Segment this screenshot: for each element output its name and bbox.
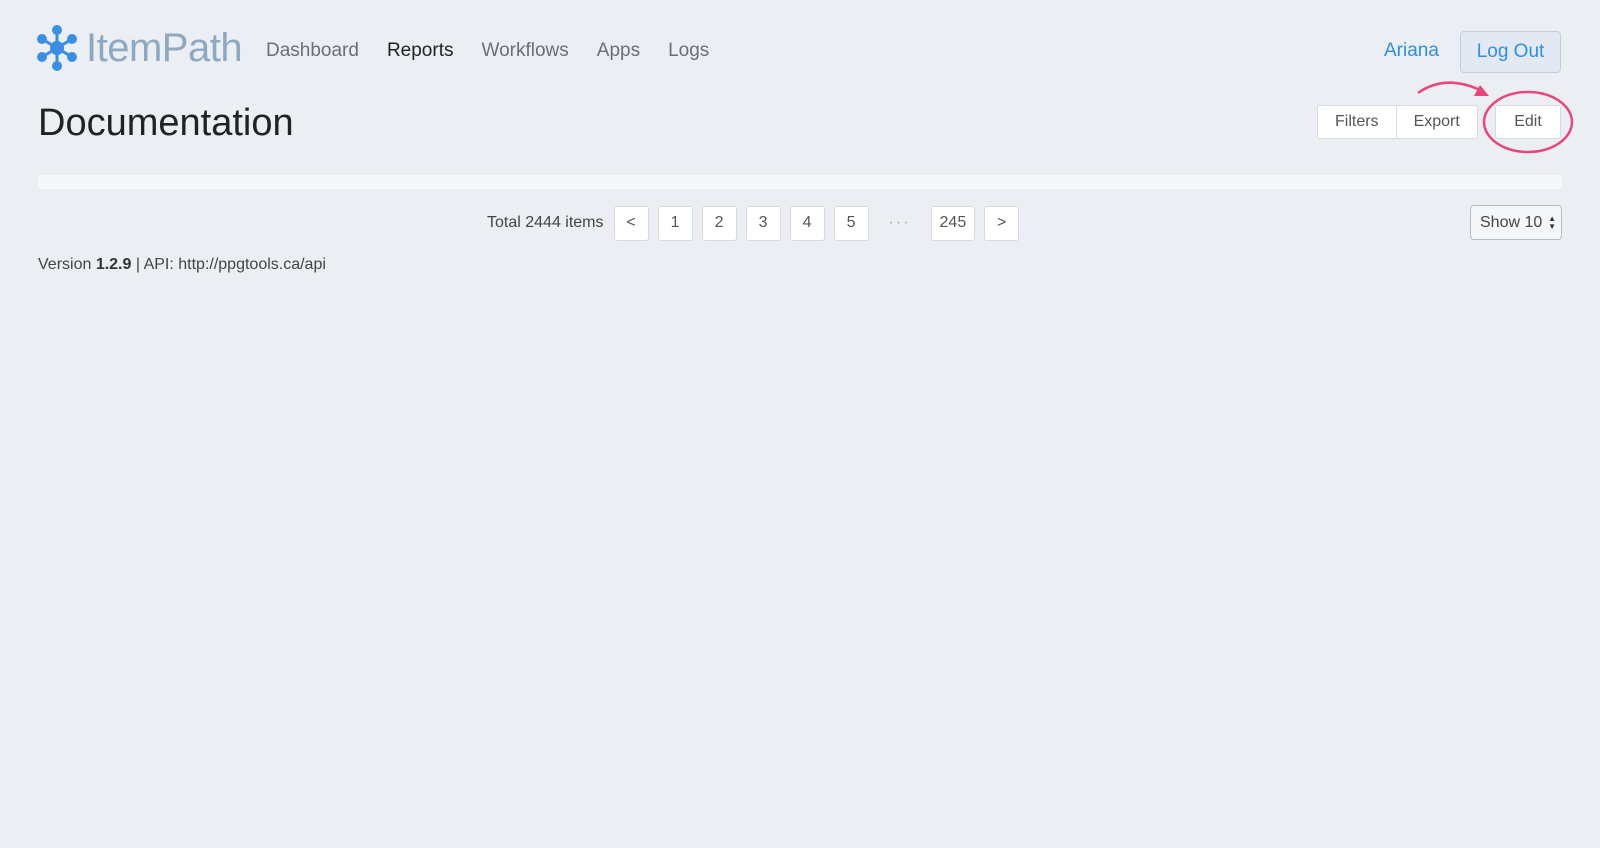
header: ItemPath Dashboard Reports Workflows App…: [0, 0, 1600, 100]
toolbar-button-group: Filters Export: [1317, 105, 1478, 139]
logo-text: ItemPath: [86, 25, 243, 70]
nav-item-dashboard[interactable]: Dashboard: [266, 40, 359, 62]
page-button-2[interactable]: 2: [701, 205, 737, 241]
page-button-1[interactable]: 1: [657, 205, 693, 241]
total-items-text: Total 2444 items: [487, 214, 604, 231]
version-number: 1.2.9: [95, 256, 132, 273]
nav-item-reports[interactable]: Reports: [387, 40, 454, 62]
logout-button[interactable]: Log Out: [1460, 31, 1561, 73]
nav-item-apps[interactable]: Apps: [597, 40, 640, 62]
api-url-text: | API: http://ppgtools.ca/api: [131, 256, 326, 273]
filters-button[interactable]: Filters: [1317, 105, 1397, 139]
export-button[interactable]: Export: [1396, 105, 1478, 139]
page-size-value: Show 10: [1480, 213, 1543, 231]
page-ellipsis[interactable]: ···: [878, 214, 922, 232]
loading-bar: [38, 175, 1562, 189]
edit-button[interactable]: Edit: [1495, 105, 1561, 139]
page-button-5[interactable]: 5: [833, 205, 869, 241]
prev-page-button[interactable]: <: [613, 205, 649, 241]
page-button-3[interactable]: 3: [745, 205, 781, 241]
logo-icon: [37, 25, 77, 71]
select-arrows-icon: ▲ ▼: [1548, 214, 1556, 231]
pagination: Total 2444 items < 1 2 3 4 5 ··· 245 >: [487, 205, 1020, 241]
page-title: Documentation: [38, 102, 294, 144]
nav-item-logs[interactable]: Logs: [668, 40, 709, 62]
main-nav: Dashboard Reports Workflows Apps Logs: [266, 40, 709, 62]
nav-item-workflows[interactable]: Workflows: [481, 40, 568, 62]
page-button-last[interactable]: 245: [930, 205, 976, 241]
page-button-4[interactable]: 4: [789, 205, 825, 241]
logo[interactable]: ItemPath: [36, 24, 243, 72]
user-name-link[interactable]: Ariana: [1384, 40, 1439, 62]
page-size-select[interactable]: Show 10 ▲ ▼: [1470, 205, 1562, 240]
version-info: Version 1.2.9 | API: http://ppgtools.ca/…: [38, 256, 326, 274]
version-prefix: Version: [38, 256, 96, 273]
page: ItemPath Dashboard Reports Workflows App…: [0, 0, 1600, 848]
next-page-button[interactable]: >: [984, 205, 1020, 241]
